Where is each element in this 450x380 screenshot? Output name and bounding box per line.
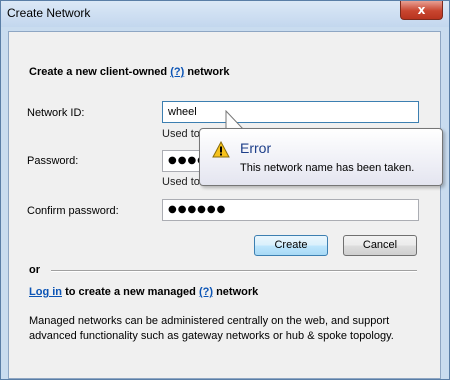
create-button[interactable]: Create xyxy=(254,235,328,256)
error-balloon: Error This network name has been taken. xyxy=(199,128,443,186)
close-icon: x xyxy=(417,3,426,17)
title-bar[interactable]: Create Network x xyxy=(1,1,449,27)
balloon-pointer xyxy=(225,110,245,130)
network-id-input[interactable]: wheel xyxy=(162,101,419,123)
window-title: Create Network xyxy=(7,6,91,20)
network-id-label: Network ID: xyxy=(27,107,85,119)
dialog-body: Create a new client-owned (?) network Ne… xyxy=(8,31,441,379)
error-title: Error xyxy=(240,140,272,156)
cancel-button[interactable]: Cancel xyxy=(343,235,417,256)
warning-icon xyxy=(212,141,230,158)
client-owned-heading: Create a new client-owned (?) network xyxy=(29,66,230,78)
client-owned-help-link[interactable]: (?) xyxy=(170,66,184,78)
separator-line xyxy=(51,270,417,272)
or-label: or xyxy=(29,264,40,276)
confirm-password-label: Confirm password: xyxy=(27,205,119,217)
managed-description: Managed networks can be administered cen… xyxy=(29,315,394,342)
confirm-password-input[interactable]: ●●●●●● xyxy=(162,199,419,221)
password-label: Password: xyxy=(27,155,79,167)
managed-help-link[interactable]: (?) xyxy=(199,286,213,298)
create-network-window: Create Network x Create a new client-own… xyxy=(0,0,450,380)
close-button[interactable]: x xyxy=(400,1,443,20)
error-message: This network name has been taken. xyxy=(240,162,415,174)
managed-heading: Log in to create a new managed (?) netwo… xyxy=(29,286,259,298)
login-link[interactable]: Log in xyxy=(29,286,62,298)
